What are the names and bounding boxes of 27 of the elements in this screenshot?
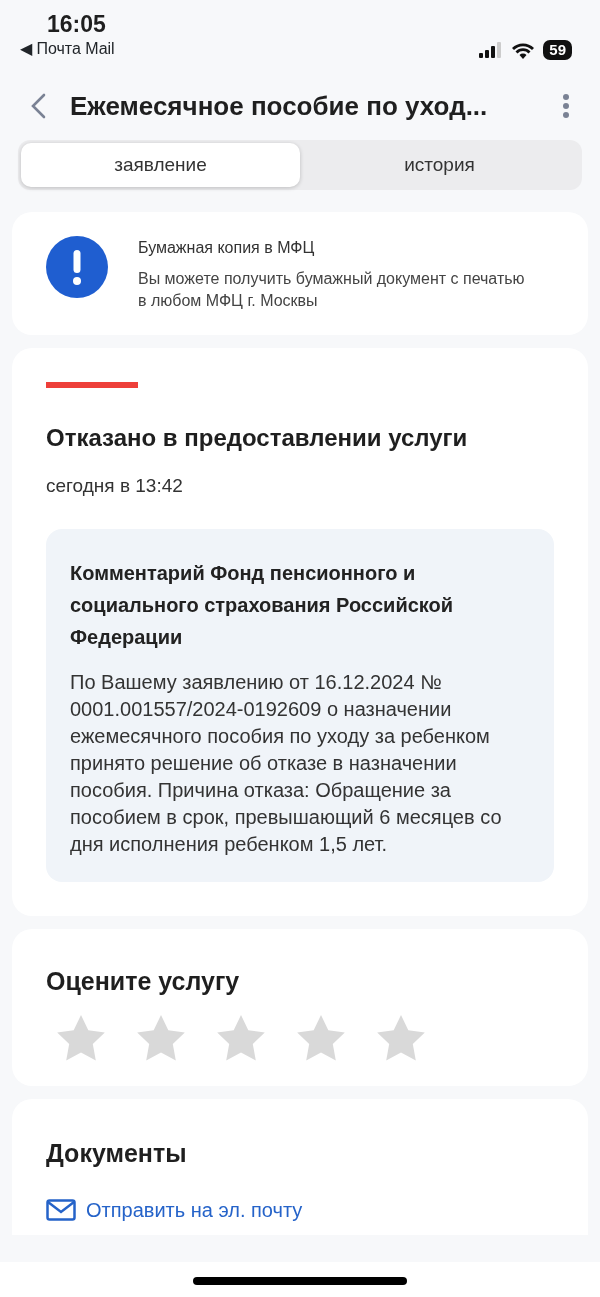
star-icon[interactable]	[136, 1014, 186, 1063]
notice-title: Бумажная копия в МФЦ	[138, 238, 316, 258]
tab[interactable]: история	[300, 143, 579, 187]
status-time-text: сегодня в 13:42	[46, 474, 184, 499]
status-time: 16:05	[47, 12, 107, 38]
comment-text: По Вашему заявлению от 16.12.2024 № 0001.001557/2024-0192609 о назначении ежемесячного пособия по уходу за ребенком принято решение об отказе в назначении пособия. Причина отказа: Обращение за пособием в срок, превышающий 6 месяцев со дня исполнения ребенком 1,5 лет.	[70, 669, 503, 857]
battery-level: 59	[543, 40, 572, 60]
notice-text: Вы можете получить бумажный документ с печатью в любом МФЦ г. Москвы	[138, 269, 526, 311]
back-icon[interactable]	[30, 93, 46, 119]
send-email-link[interactable]: Отправить на эл. почту	[46, 1194, 554, 1225]
exclamation-icon	[46, 236, 108, 298]
rating-title: Оцените услугу	[46, 965, 241, 997]
signal-icon	[479, 42, 504, 58]
envelope-icon	[46, 1198, 76, 1221]
star-icon[interactable]	[296, 1014, 346, 1063]
star-icon[interactable]	[56, 1014, 106, 1063]
comment-title: Комментарий Фонд пенсионного и социального страхования Российской Федерации	[70, 560, 455, 650]
home-indicator[interactable]	[193, 1277, 407, 1285]
back-to-app-link[interactable]: ◀ Почта Mail	[20, 37, 115, 62]
star-icon[interactable]	[216, 1014, 266, 1063]
documents-title: Документы	[46, 1138, 188, 1170]
tab[interactable]: заявление	[21, 143, 300, 187]
more-icon[interactable]	[562, 93, 570, 119]
page-title: Ежемесячное пособие по уход...	[70, 89, 489, 123]
wifi-icon	[511, 41, 536, 59]
star-icon[interactable]	[376, 1014, 426, 1063]
status-title: Отказано в предоставлении услуги	[46, 423, 469, 454]
